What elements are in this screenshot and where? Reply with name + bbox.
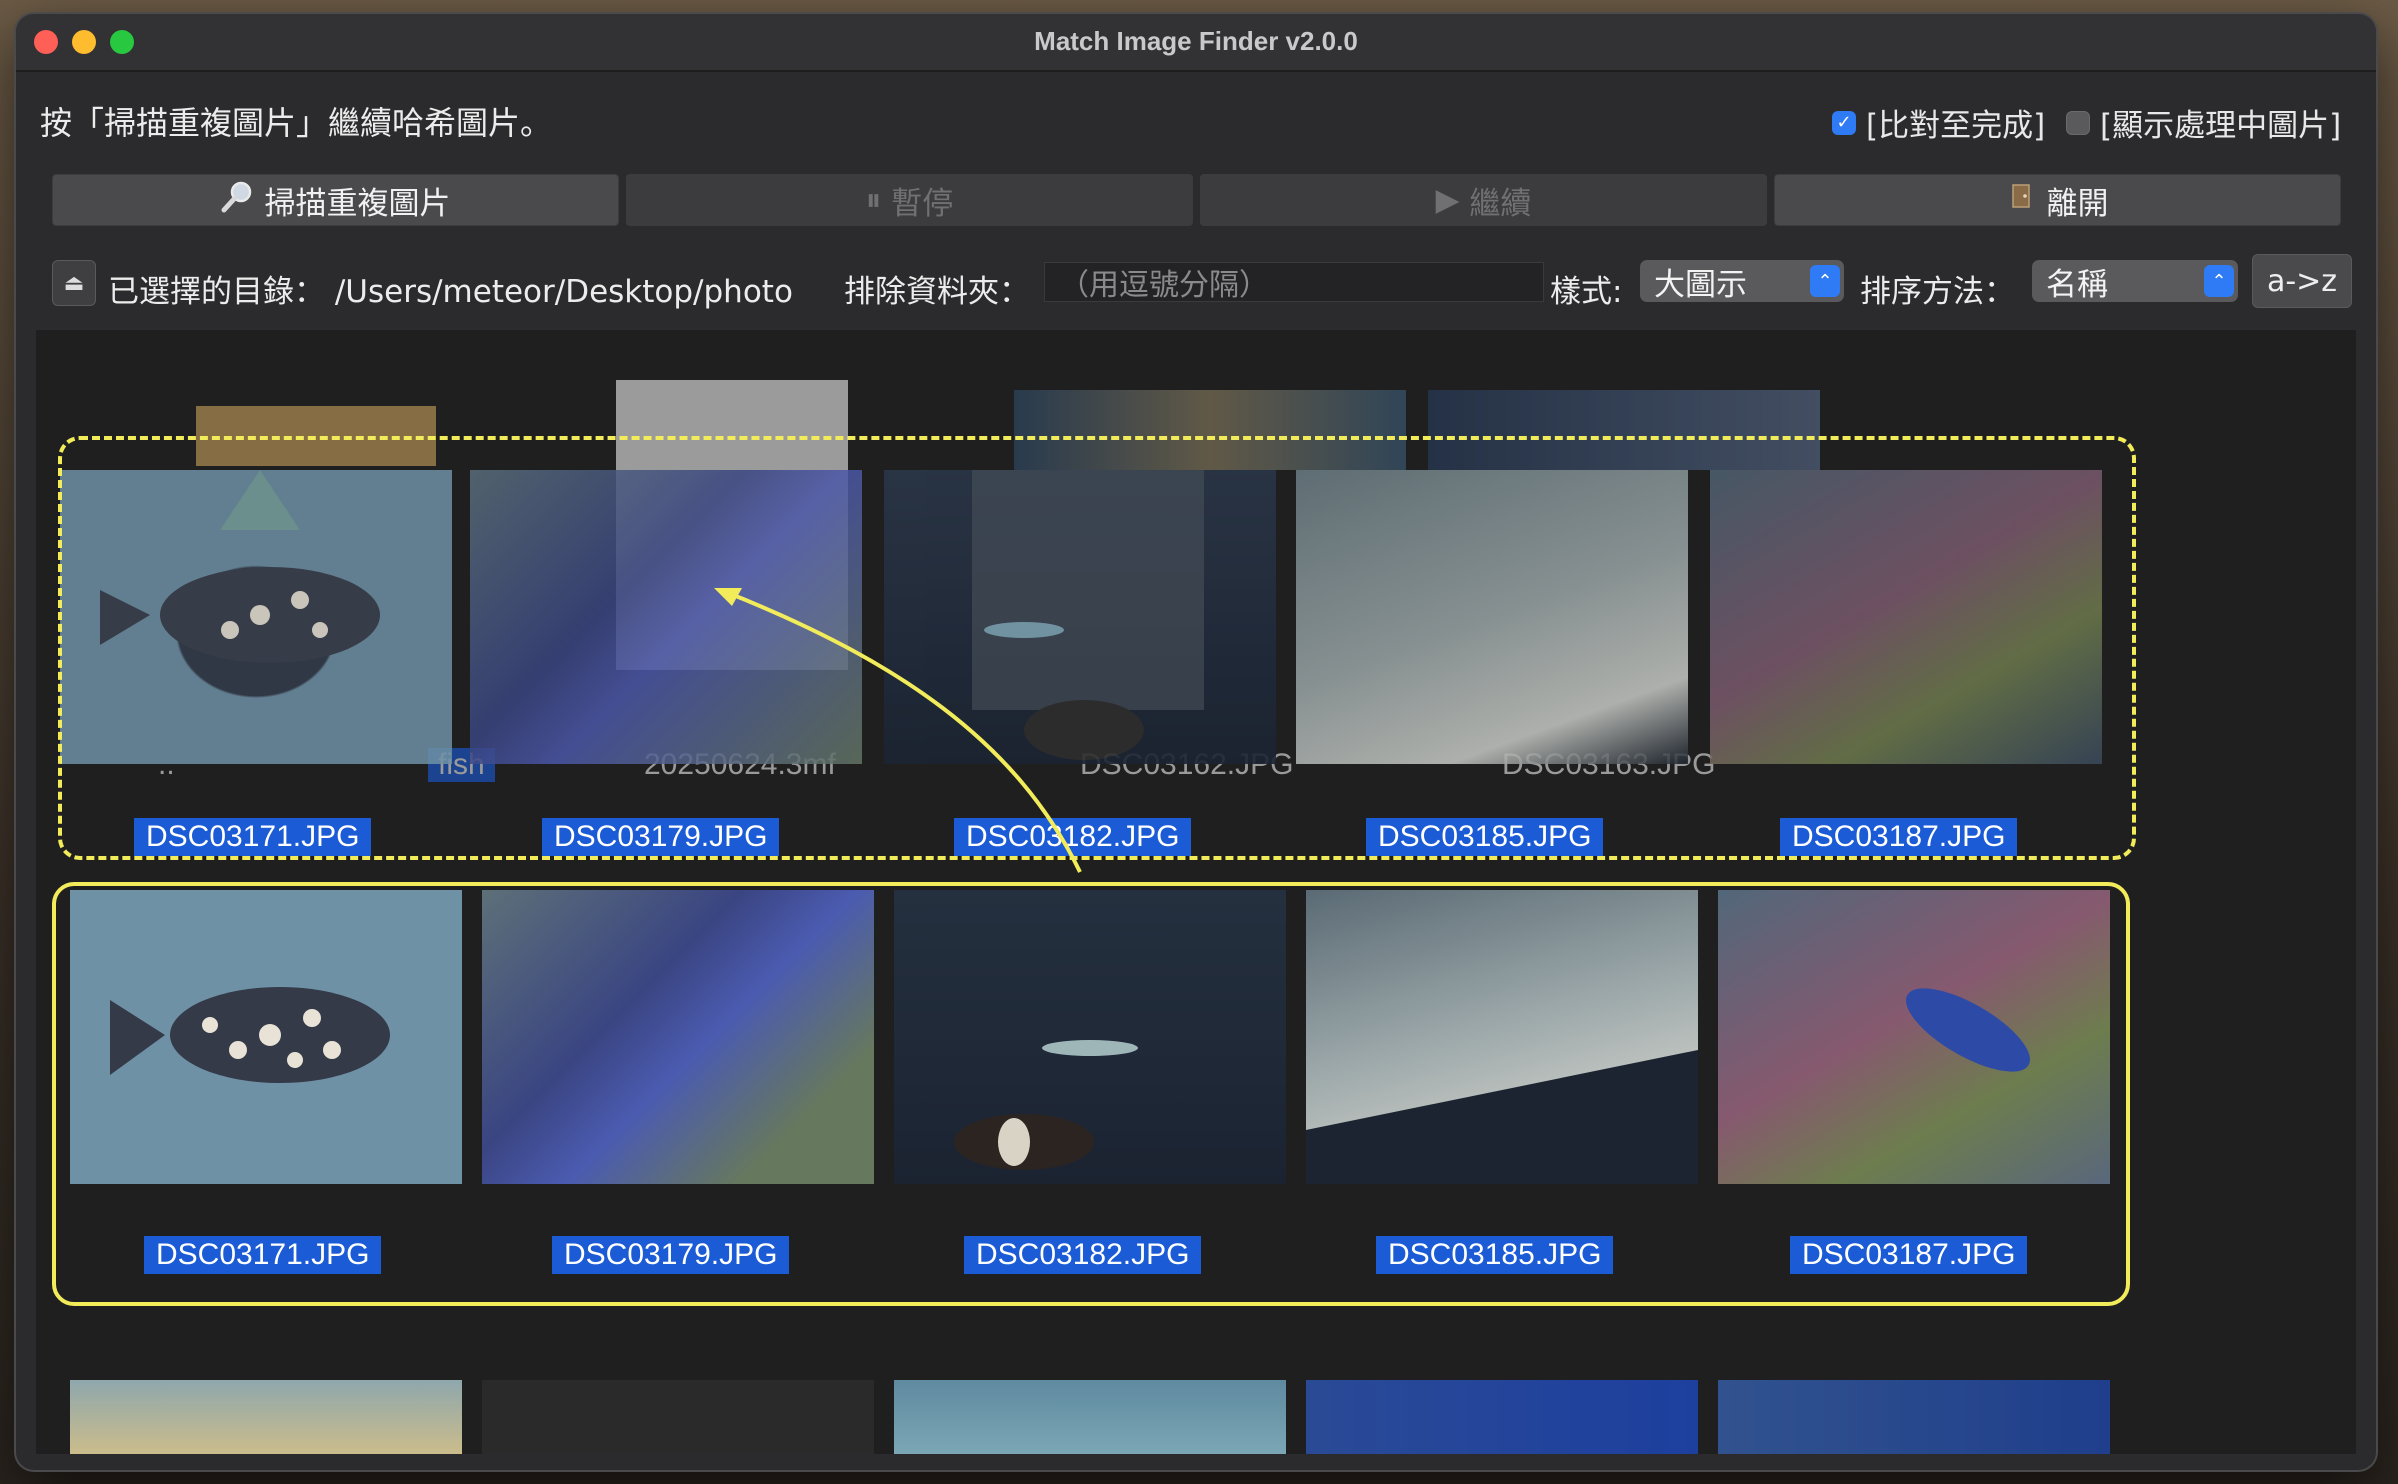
image-thumbnail[interactable] (482, 1380, 874, 1454)
pause-button-label: 暫停 (891, 185, 954, 222)
image-thumbnail-DSC03187[interactable] (1718, 890, 2110, 1184)
show-processing-checkbox[interactable]: [顯示處理中圖片] (2066, 100, 2341, 145)
resume-button[interactable]: ▶ 繼續 (1200, 174, 1767, 226)
sort-order-button[interactable]: a->z (2252, 254, 2352, 308)
pause-button[interactable]: ⏸ 暫停 (626, 174, 1193, 226)
scan-duplicates-button[interactable]: 掃描重複圖片 (52, 174, 619, 226)
resume-button-label: 繼續 (1469, 185, 1532, 222)
file-name-label: DSC03171.JPG (144, 1236, 382, 1274)
compare-to-end-checkbox[interactable]: ✓ [比對至完成] (1832, 100, 2045, 145)
image-thumbnail-DSC03179[interactable] (482, 890, 874, 1184)
image-thumbnail-DSC03171[interactable] (70, 890, 462, 1184)
style-select-value: 大圖示 (1654, 266, 1747, 303)
show-processing-label: [顯示處理中圖片] (2100, 108, 2342, 144)
exclude-folders-input[interactable]: （用逗號分隔） (1044, 262, 1544, 303)
image-thumbnail-DSC03185[interactable] (1306, 890, 1698, 1184)
magnifier-icon (221, 179, 255, 221)
directory-row: ⏏ 已選擇的目錄： /Users/meteor/Desktop/photo 排除… (16, 252, 2376, 312)
image-thumbnail[interactable] (1718, 1380, 2110, 1454)
chevron-updown-icon: ⌃ (2204, 265, 2234, 297)
file-name-label: DSC03185.JPG (1376, 1236, 1614, 1274)
app-window: Match Image Finder v2.0.0 按「掃描重複圖片」繼續哈希圖… (16, 14, 2376, 1470)
style-select[interactable]: 大圖示 ⌃ (1640, 260, 1844, 303)
choose-directory-button[interactable]: ⏏ (52, 260, 96, 306)
directory-label: 已選擇的目錄： (108, 274, 325, 310)
file-name-label: DSC03179.JPG (552, 1236, 790, 1274)
door-icon (2007, 181, 2037, 219)
checkmark-icon: ✓ (1832, 110, 1856, 135)
image-grid[interactable]: .. fish 20250624.3mf DSC03162.JPG DSC031… (36, 330, 2356, 1454)
selected-directory: 已選擇的目錄： /Users/meteor/Desktop/photo (108, 266, 793, 311)
image-thumbnail[interactable] (70, 1380, 462, 1454)
checkbox-empty-icon (2066, 110, 2090, 135)
pause-icon: ⏸ (865, 181, 882, 218)
image-thumbnail[interactable] (1306, 1380, 1698, 1454)
image-thumbnail-DSC03182[interactable] (894, 890, 1286, 1184)
eject-icon: ⏏ (63, 270, 85, 296)
file-name-label: DSC03182.JPG (964, 1236, 1202, 1274)
style-label: 樣式: (1550, 274, 1623, 310)
image-thumbnail[interactable] (894, 1380, 1286, 1454)
sort-select[interactable]: 名稱 ⌃ (2032, 260, 2238, 303)
quit-button[interactable]: 離開 (1774, 174, 2341, 226)
title-bar: Match Image Finder v2.0.0 (16, 14, 2376, 72)
file-name-label: DSC03187.JPG (1790, 1236, 2028, 1274)
window-title: Match Image Finder v2.0.0 (1034, 26, 1358, 56)
sort-label: 排序方法： (1860, 274, 2015, 310)
chevron-updown-icon: ⌃ (1810, 265, 1840, 297)
quit-button-label: 離開 (2046, 185, 2109, 222)
play-icon: ▶ (1435, 182, 1460, 218)
sort-select-value: 名稱 (2046, 266, 2108, 303)
exclude-label: 排除資料夾： (844, 274, 1030, 310)
compare-to-end-label: [比對至完成] (1866, 108, 2046, 144)
scan-button-label: 掃描重複圖片 (264, 185, 451, 222)
status-text: 按「掃描重複圖片」繼續哈希圖片。 (40, 104, 553, 142)
directory-path: /Users/meteor/Desktop/photo (334, 274, 793, 310)
